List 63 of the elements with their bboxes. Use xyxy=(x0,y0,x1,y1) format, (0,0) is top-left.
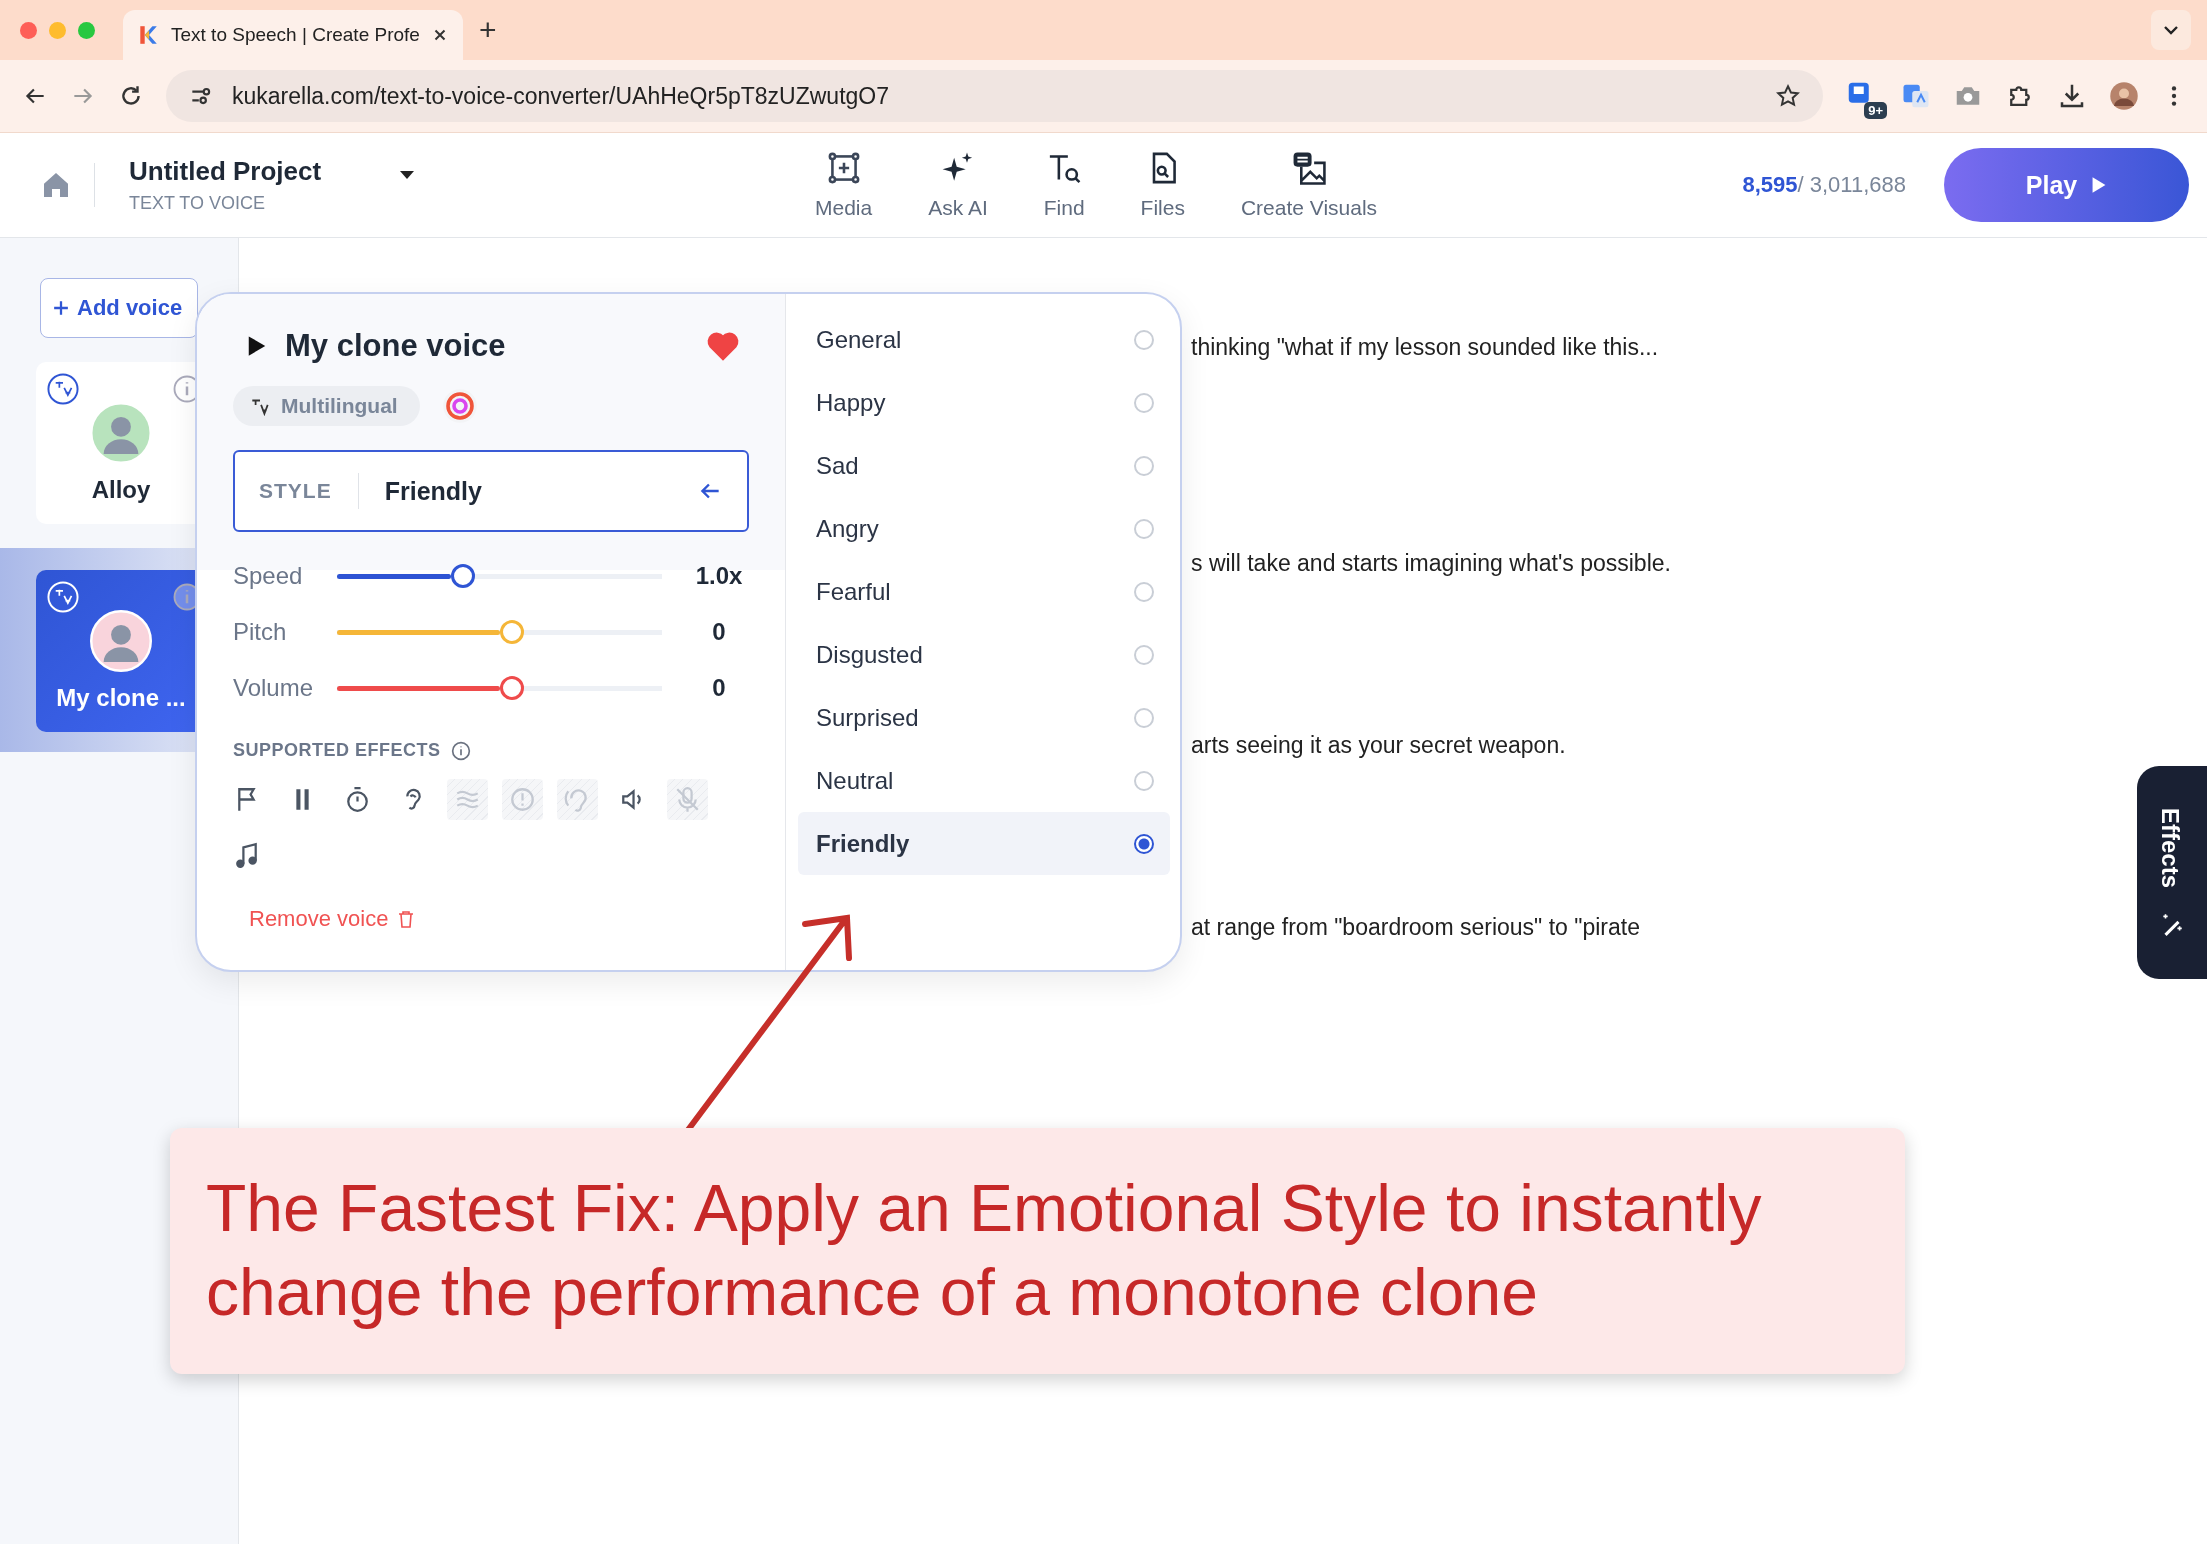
heart-icon[interactable] xyxy=(707,331,739,361)
style-option[interactable]: Angry xyxy=(798,497,1170,560)
site-logo-icon xyxy=(137,24,159,46)
toolbar-button[interactable]: Files xyxy=(1140,150,1185,220)
style-option[interactable]: Sad xyxy=(798,434,1170,497)
slider-value: 1.0x xyxy=(694,562,744,590)
image-icon xyxy=(1291,150,1328,186)
multilingual-tag: Multilingual xyxy=(233,386,420,426)
plus-icon xyxy=(53,300,69,316)
caret-icon[interactable] xyxy=(399,170,415,180)
notification-badge: 9+ xyxy=(1864,102,1887,119)
spiral-logo-icon xyxy=(441,388,478,424)
style-option[interactable]: General xyxy=(798,308,1170,371)
slider-label: Volume xyxy=(233,674,315,702)
slider-thumb[interactable] xyxy=(499,676,524,700)
voice-name: My clone ... xyxy=(56,684,186,712)
script-text: s will take and starts imagining what's possible. xyxy=(1191,550,1671,574)
character-count: 8,595/ 3,011,688 xyxy=(1742,172,1906,198)
new-tab-button[interactable]: + xyxy=(479,13,497,47)
script-text: at range from "boardroom serious" to "pirate xyxy=(1191,914,1640,938)
chevron-down-icon[interactable] xyxy=(2151,10,2191,50)
style-selector[interactable]: STYLE Friendly xyxy=(233,450,749,532)
language-icon xyxy=(46,580,80,614)
trash-icon xyxy=(398,910,415,928)
avatar-icon xyxy=(90,402,152,464)
effects-tab[interactable]: Effects xyxy=(2137,766,2207,979)
slider-value: 0 xyxy=(711,618,727,646)
style-option[interactable]: Friendly xyxy=(798,812,1170,875)
play-icon xyxy=(2091,176,2108,194)
section-heading: SUPPORTED EFFECTS xyxy=(233,740,441,761)
play-button[interactable]: Play xyxy=(1944,148,2189,222)
project-title[interactable]: Untitled Project xyxy=(129,156,399,187)
star-icon[interactable] xyxy=(1775,83,1801,109)
slider-thumb[interactable] xyxy=(450,564,475,588)
voice-title: My clone voice xyxy=(285,328,507,364)
browser-tab[interactable]: Text to Speech | Create Profe xyxy=(123,10,463,60)
script-text: arts seeing it as your secret weapon. xyxy=(1191,732,1566,756)
style-option[interactable]: Disgusted xyxy=(798,623,1170,686)
style-option[interactable]: Happy xyxy=(798,371,1170,434)
tab-title: Text to Speech | Create Profe xyxy=(171,24,419,46)
info-icon[interactable] xyxy=(450,740,471,761)
toolbar-button[interactable]: Find xyxy=(1043,150,1085,220)
language-icon xyxy=(46,372,80,406)
voice-name: Alloy xyxy=(91,476,151,504)
style-option[interactable]: Neutral xyxy=(798,749,1170,812)
radio-button[interactable] xyxy=(1134,833,1154,854)
slider-label: Pitch xyxy=(233,618,288,646)
project-type-label: TEXT TO VOICE xyxy=(129,193,267,214)
slider-thumb[interactable] xyxy=(499,620,524,644)
style-option[interactable]: Surprised xyxy=(798,686,1170,749)
profile-avatar-icon[interactable] xyxy=(2109,81,2139,111)
slider-label: Speed xyxy=(233,562,304,590)
toolbar-button[interactable]: Media xyxy=(815,150,873,220)
add-voice-button[interactable]: Add voice xyxy=(40,278,198,338)
script-text: thinking "what if my lesson sounded like this... xyxy=(1191,334,1659,358)
play-icon[interactable] xyxy=(247,335,267,357)
toolbar-button[interactable]: Ask AI xyxy=(928,150,988,220)
slider-value: 0 xyxy=(711,674,727,702)
avatar-icon xyxy=(90,610,152,672)
annotation-callout: The Fastest Fix: Apply an Emotional Style to instantly change the performance of a monotone clone xyxy=(170,1128,1905,1374)
address-bar[interactable]: kukarella.com/text-to-voice-converter/UAhHeQr5pT8zUZwutgO7 xyxy=(166,70,1823,122)
style-option[interactable]: Fearful xyxy=(798,560,1170,623)
toolbar-button[interactable]: Create Visuals xyxy=(1240,150,1378,220)
